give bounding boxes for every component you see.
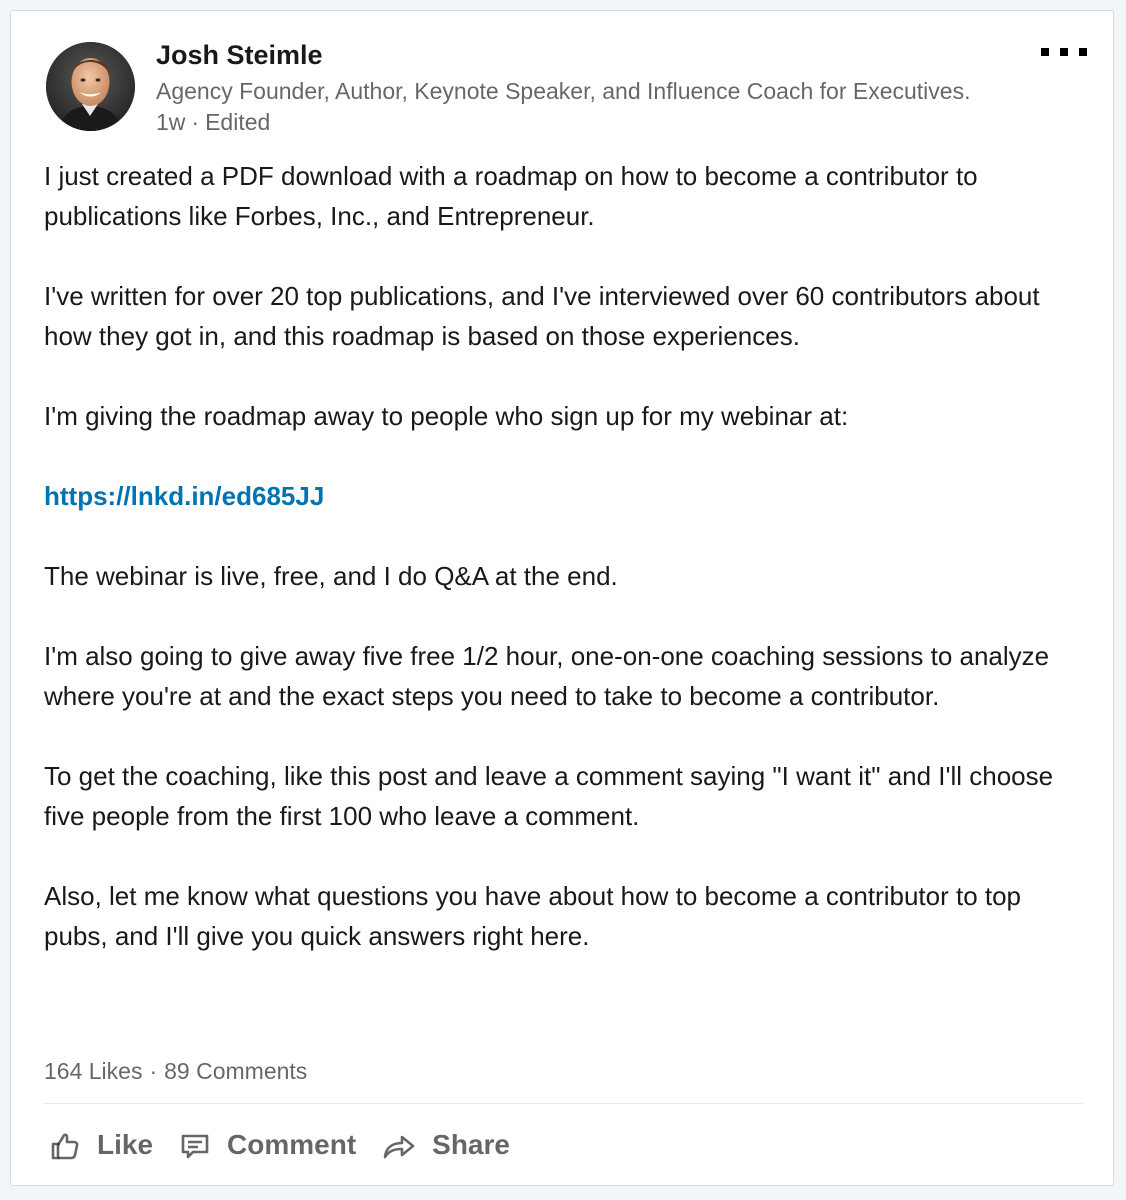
thumbs-up-icon [51,1133,79,1160]
social-actions-bar: Like Comment Share [41,1123,528,1167]
share-button[interactable]: Share [374,1123,518,1167]
meta-separator: · [191,109,200,135]
share-label: Share [432,1129,510,1160]
like-label: Like [97,1129,154,1160]
comment-button[interactable]: Comment [171,1123,364,1167]
post-paragraph: I've written for over 20 top publication… [44,281,1040,351]
counts-separator: · [149,1058,158,1084]
author-name[interactable]: Josh Steimle [156,38,323,72]
webinar-link[interactable]: https://lnkd.in/ed685JJ [44,481,324,511]
likes-count[interactable]: 164 Likes [44,1058,142,1084]
post-paragraph: I'm also going to give away five free 1/… [44,641,1050,711]
post-meta: 1w · Edited [156,107,270,137]
post-paragraph: Also, let me know what questions you hav… [44,881,1022,951]
comments-count[interactable]: 89 Comments [164,1058,307,1084]
author-avatar[interactable] [46,42,135,131]
author-headline: Agency Founder, Author, Keynote Speaker,… [156,78,971,104]
dot [1060,48,1068,56]
comment-label: Comment [227,1129,357,1160]
more-options-icon[interactable] [1041,39,1087,65]
post-paragraph: The webinar is live, free, and I do Q&A … [44,561,618,591]
dot [1041,48,1049,56]
post-body: I just created a PDF download with a roa… [44,156,1089,956]
feed-post-card: Josh Steimle Agency Founder, Author, Key… [10,10,1114,1186]
edited-label: Edited [205,109,271,135]
post-paragraph: I'm giving the roadmap away to people wh… [44,401,849,431]
social-counts: 164 Likes · 89 Comments [44,1056,307,1086]
share-arrow-icon [383,1135,415,1159]
dot [1079,48,1087,56]
avatar-photo [46,42,135,131]
post-timestamp: 1w [156,109,186,135]
post-paragraph: To get the coaching, like this post and … [44,761,1054,831]
post-link-paragraph: https://lnkd.in/ed685JJ [44,476,1089,516]
feed-background-strip [0,1186,1126,1200]
like-button[interactable]: Like [41,1123,161,1167]
post-paragraph: I just created a PDF download with a roa… [44,161,978,231]
comment-icon [181,1134,209,1159]
divider [43,1103,1083,1104]
